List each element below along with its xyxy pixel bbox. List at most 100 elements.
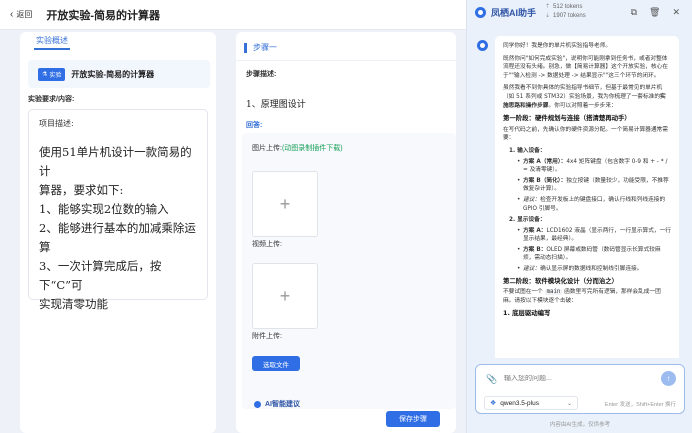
requirements-box: 项目描述: 使用51单片机设计一款简易的计 算器，要求如下: 1、能够实现2位数… bbox=[28, 109, 208, 311]
tab-underline bbox=[34, 48, 70, 50]
cube-icon: ❖ bbox=[490, 400, 497, 407]
list-item: 1. 输入设备： 方案 A（常用）：4x4 矩阵键盘（包含数字 0-9 和 + … bbox=[509, 147, 671, 213]
video-upload-tile[interactable]: + bbox=[252, 263, 318, 329]
msg-heading: 第二阶段：软件模块化设计（分而治之） bbox=[503, 276, 619, 285]
ai-icon bbox=[254, 400, 261, 408]
assistant-message: 同学你好！我是你的单片机实验指导老师。 既然你问"如何完成实验"，说明你可能刚拿… bbox=[495, 36, 679, 358]
msg-bold: 2. 显示设备： bbox=[509, 217, 546, 224]
ai-disclaimer: 内容由AI生成，仅供参考 bbox=[549, 422, 611, 428]
msg-heading: 第一阶段：硬件规划与连接（搭清楚再动手） bbox=[503, 114, 631, 123]
flask-icon: ⚗ bbox=[42, 71, 48, 78]
plus-icon: + bbox=[279, 193, 291, 214]
req-line: 1、能够实现2位数的输入 bbox=[39, 202, 169, 216]
req-line: 算器，要求如下: bbox=[39, 183, 124, 197]
req-line: 实现清零功能 bbox=[39, 297, 108, 311]
list-item: 建议：检查开发板上的键盘接口，确认行线和列线连接的 GPIO 引脚号。 bbox=[517, 196, 671, 213]
gif-plugin-download-link[interactable]: (动图录制插件下载) bbox=[282, 145, 343, 152]
ai-header: 凤栖AI助手 bbox=[475, 6, 536, 19]
token-usage: ⇡ 512 tokens ⇣ 1907 tokens bbox=[545, 3, 586, 21]
msg-code: main bbox=[544, 289, 563, 296]
msg-list: 1. 输入设备： 方案 A（常用）：4x4 矩阵键盘（包含数字 0-9 和 + … bbox=[503, 147, 671, 274]
msg-text: 。你可以对照着一步步来： bbox=[548, 102, 617, 109]
req-line: 使用51单片机设计一款简易的计 bbox=[39, 145, 192, 178]
msg-paragraph: 同学你好！我是你的单片机实验指导老师。 bbox=[503, 43, 612, 49]
experiment-name: 开放实验-简易的计算器 bbox=[71, 69, 155, 79]
answer-label: 回答: bbox=[246, 122, 263, 129]
requirements-label: 实验要求/内容: bbox=[28, 96, 75, 103]
ai-header-actions: ⧉ 🗑 ✕ bbox=[631, 7, 680, 18]
msg-italic: 建议： bbox=[523, 266, 541, 273]
msg-bold: 方案 B（简化）： bbox=[523, 177, 567, 184]
model-name: qwen3.5-plus bbox=[500, 399, 539, 407]
msg-text: 虽然我看不到你具体的实验指导书细节，但基于最常见的单片机（如 51 系列或 ST… bbox=[503, 85, 663, 100]
msg-text: 不要试图在一个 bbox=[503, 289, 543, 296]
image-upload-label: 图片上传:(动图录制插件下载) bbox=[252, 143, 343, 153]
badge-label: 实验 bbox=[49, 72, 62, 79]
image-upload-tile[interactable]: + bbox=[252, 171, 318, 237]
sub-list: 方案 A（常用）：4x4 矩阵键盘（包含数字 0-9 和 + - * / = 及… bbox=[509, 158, 671, 214]
chat-input-box: 📎 ↑ ❖ qwen3.5-plus ⌄ Enter 发送，Shift+Ente… bbox=[475, 364, 685, 414]
paperclip-icon[interactable]: 📎 bbox=[486, 374, 497, 385]
step-header: 步骤一 bbox=[244, 42, 277, 53]
req-line: 3、一次计算完成后，按下“C”可 bbox=[39, 259, 162, 292]
overview-panel: 实验概述 ⚗ 实验 开放实验-简易的计算器 实验要求/内容: 项目描述: 使用5… bbox=[20, 32, 216, 433]
step-desc-label: 步骤描述: bbox=[246, 71, 277, 78]
chat-input[interactable] bbox=[504, 375, 644, 382]
ai-title: 凤栖AI助手 bbox=[491, 8, 537, 18]
step-marker bbox=[244, 42, 247, 53]
requirements-text: 使用51单片机设计一款简易的计 算器，要求如下: 1、能够实现2位数的输入 2、… bbox=[39, 143, 197, 314]
list-item: 方案 A（常用）：4x4 矩阵键盘（包含数字 0-9 和 + - * / = 及… bbox=[517, 158, 671, 175]
choose-file-button[interactable]: 选取文件 bbox=[252, 356, 300, 371]
msg-paragraph: 在写代码之前，先确认你的硬件资源分配。一个简易计算器通常需要： bbox=[503, 126, 668, 142]
chevron-down-icon: ⌄ bbox=[566, 400, 572, 407]
msg-text: 确认显示屏的数据线和控制线引脚连接。 bbox=[540, 266, 643, 273]
msg-italic: 建议： bbox=[523, 196, 541, 203]
msg-text: LCD1602 液晶（显示两行，一行显示算式，一行显示结果，最经典）。 bbox=[523, 227, 671, 243]
list-item: 建议：确认显示屏的数据线和控制线引脚连接。 bbox=[517, 265, 671, 274]
msg-bold: 方案 A（常用）： bbox=[523, 158, 567, 165]
msg-text: 检查开发板上的键盘接口，确认行线和列线连接的 GPIO 引脚号。 bbox=[523, 196, 666, 212]
ai-assistant-panel: 凤栖AI助手 ⇡ 512 tokens ⇣ 1907 tokens ⧉ 🗑 ✕ 同学… bbox=[466, 0, 692, 433]
sub-list: 方案 A：LCD1602 液晶（显示两行，一行显示算式，一行显示结果，最经典）。… bbox=[509, 227, 671, 274]
top-bar: ‹ 返回 开放实验-简易的计算器 bbox=[0, 0, 466, 30]
step-content: 1、原理图设计 bbox=[246, 100, 306, 110]
msg-paragraph: 虽然我看不到你具体的实验指导书细节，但基于最常见的单片机（如 51 系列或 ST… bbox=[503, 84, 671, 110]
image-upload-text: 图片上传: bbox=[252, 145, 282, 152]
close-icon[interactable]: ✕ bbox=[672, 7, 680, 18]
chat-history[interactable]: 同学你好！我是你的单片机实验指导老师。 既然你问"如何完成实验"，说明你可能刚拿… bbox=[475, 36, 685, 358]
step-panel: 步骤一 步骤描述: 1、原理图设计 回答: 图片上传:(动图录制插件下载) + … bbox=[236, 32, 456, 433]
back-label: 返回 bbox=[16, 10, 33, 19]
tab-overview[interactable]: 实验概述 bbox=[36, 35, 68, 46]
save-step-button[interactable]: 保存步骤 bbox=[386, 411, 440, 427]
list-item: 方案 B：OLED 屏幕或数码管（数码管显示长算式较麻烦，需动态扫描）。 bbox=[517, 246, 671, 263]
project-desc-label: 项目描述: bbox=[39, 119, 74, 128]
ai-suggestion-header[interactable]: AI智能建议 bbox=[254, 399, 300, 409]
chevron-left-icon: ‹ bbox=[10, 9, 14, 20]
trash-icon[interactable]: 🗑 bbox=[649, 7, 660, 18]
msg-paragraph: 不要试图在一个 main 函数里写完所有逻辑，那样会乱成一团麻。请按以下模块逐个… bbox=[503, 288, 671, 305]
send-button[interactable]: ↑ bbox=[661, 371, 676, 386]
list-item: 方案 A：LCD1602 液晶（显示两行，一行显示算式，一行显示结果，最经典）。 bbox=[517, 227, 671, 244]
plus-icon: + bbox=[279, 285, 291, 306]
model-select[interactable]: ❖ qwen3.5-plus ⌄ bbox=[484, 396, 578, 410]
msg-heading: 1. 底层驱动编写 bbox=[503, 309, 551, 318]
page-title: 开放实验-简易的计算器 bbox=[46, 9, 161, 22]
msg-bold: 1. 输入设备： bbox=[509, 147, 546, 154]
msg-bold: 方案 A： bbox=[523, 227, 547, 234]
experiment-card: ⚗ 实验 开放实验-简易的计算器 bbox=[28, 60, 210, 88]
bot-avatar bbox=[477, 40, 488, 51]
open-external-icon[interactable]: ⧉ bbox=[631, 7, 637, 18]
experiment-badge: ⚗ 实验 bbox=[38, 67, 66, 81]
back-button[interactable]: ‹ 返回 bbox=[10, 9, 32, 20]
arrow-up-icon: ↑ bbox=[666, 374, 671, 383]
video-upload-label: 视频上传: bbox=[252, 241, 282, 248]
list-item: 方案 B（简化）：独立按键（数量较少，功能受限，不推荐做复杂计算）。 bbox=[517, 177, 671, 194]
ai-logo-icon bbox=[475, 7, 486, 18]
list-item: 2. 显示设备： 方案 A：LCD1602 液晶（显示两行，一行显示算式，一行显… bbox=[509, 216, 671, 274]
step-title: 步骤一 bbox=[253, 43, 277, 52]
tokens-in: 512 tokens bbox=[553, 4, 583, 10]
req-line: 2、能够进行基本的加减乘除运算 bbox=[39, 221, 196, 254]
answer-area: 图片上传:(动图录制插件下载) + 视频上传: + 附件上传: 选取文件 bbox=[242, 133, 456, 409]
tokens-out: 1907 tokens bbox=[553, 13, 586, 19]
ai-suggestion-label: AI智能建议 bbox=[265, 401, 300, 408]
